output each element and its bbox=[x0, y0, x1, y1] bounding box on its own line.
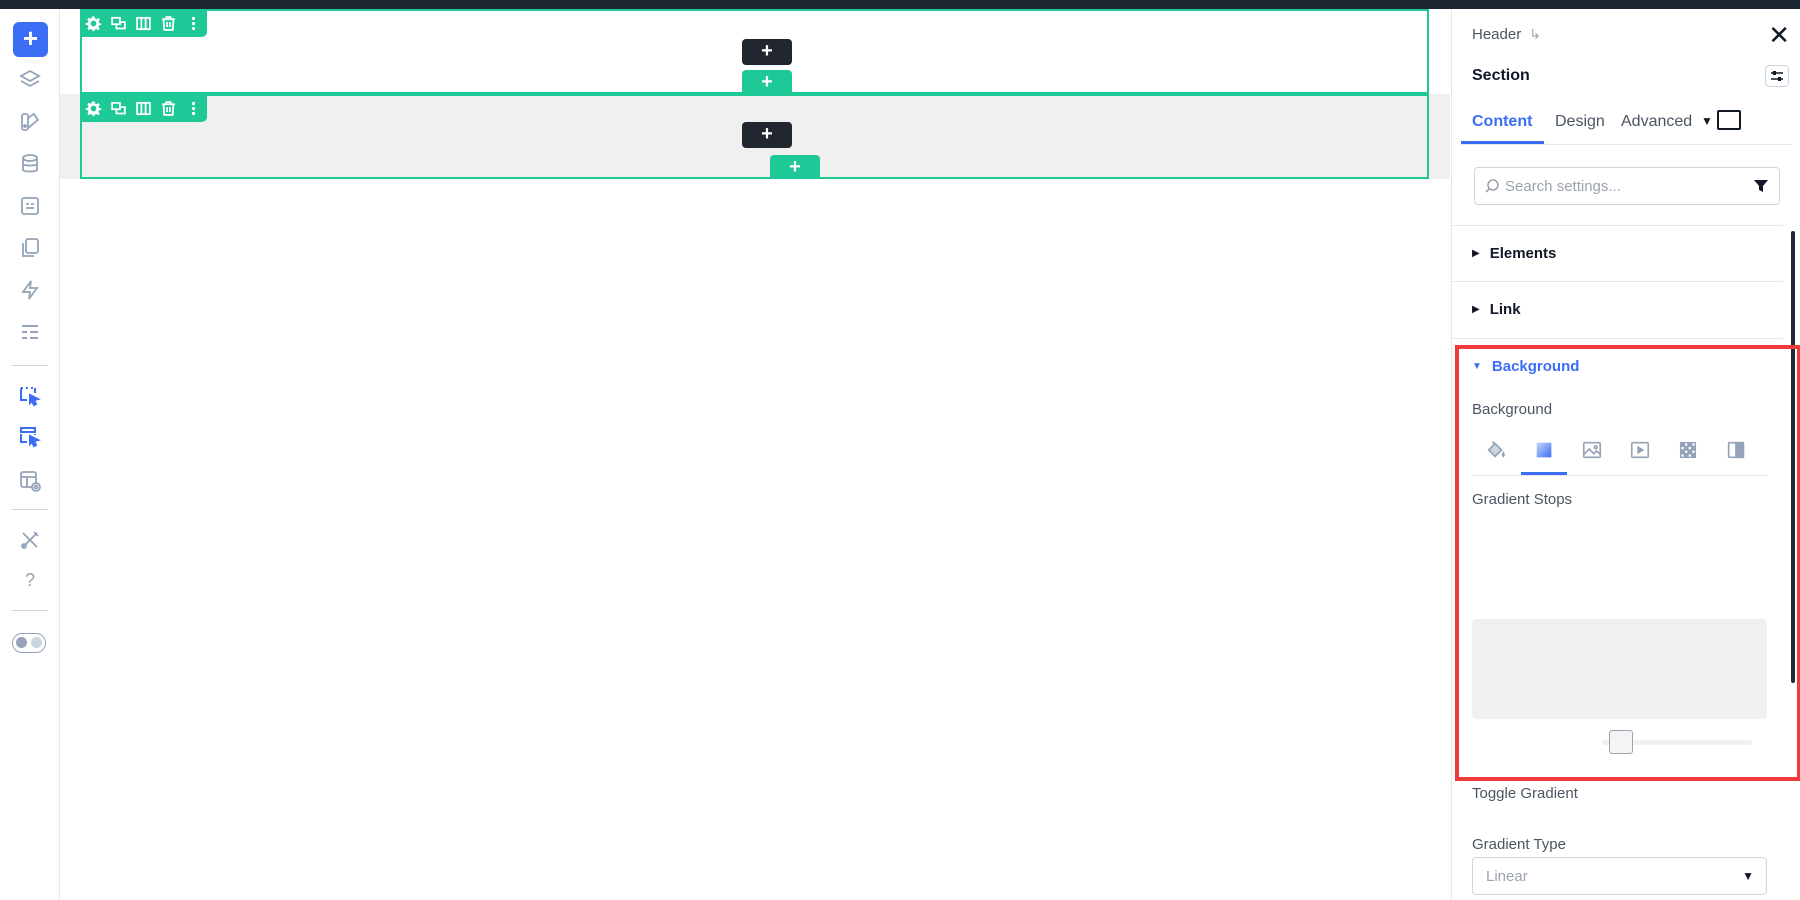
filter-icon[interactable] bbox=[1753, 178, 1769, 194]
trash-icon[interactable] bbox=[159, 99, 178, 118]
add-section-button[interactable]: + bbox=[742, 70, 792, 94]
breakpoint-dropdown-icon[interactable]: ▼ bbox=[1701, 114, 1713, 128]
select-multiple-icon[interactable] bbox=[16, 423, 44, 451]
search-input[interactable] bbox=[1505, 176, 1745, 196]
sidebar-divider bbox=[12, 365, 48, 366]
chevron-down-icon: ▼ bbox=[1742, 869, 1754, 883]
tab-advanced[interactable]: Advanced bbox=[1621, 113, 1692, 131]
breadcrumb-item[interactable]: Header bbox=[1472, 26, 1521, 43]
layers-icon[interactable] bbox=[16, 66, 44, 94]
add-element-inside-button[interactable]: + bbox=[742, 39, 792, 65]
duplicate-icon[interactable] bbox=[109, 99, 128, 118]
toggle-gradient-label: Toggle Gradient bbox=[1472, 785, 1578, 802]
tab-content[interactable]: Content bbox=[1472, 113, 1532, 131]
add-section-button[interactable]: + bbox=[770, 155, 820, 179]
section-1[interactable]: + + bbox=[80, 9, 1429, 94]
gear-icon[interactable] bbox=[84, 14, 103, 33]
settings-panel: Header ↳ ✕ Section Content Design Advanc… bbox=[1451, 9, 1800, 900]
design-icon[interactable] bbox=[16, 108, 44, 136]
columns-icon[interactable] bbox=[134, 99, 153, 118]
accordion-link[interactable]: ▶ Link bbox=[1472, 301, 1521, 318]
bolt-icon[interactable] bbox=[16, 276, 44, 304]
gear-icon[interactable] bbox=[84, 99, 103, 118]
add-element-button[interactable]: + bbox=[13, 22, 48, 57]
accordion-label: Link bbox=[1489, 301, 1521, 318]
breadcrumb-arrow-icon: ↳ bbox=[1529, 26, 1541, 42]
sidebar-divider bbox=[12, 610, 48, 611]
toggle-knob-sun bbox=[16, 637, 27, 648]
search-settings-field[interactable] bbox=[1474, 167, 1780, 205]
select-element-icon[interactable] bbox=[16, 382, 44, 410]
tab-design[interactable]: Design bbox=[1555, 113, 1605, 131]
toggle-knob-moon bbox=[31, 637, 42, 648]
structure-toggle-button[interactable] bbox=[1765, 65, 1789, 87]
pages-icon[interactable] bbox=[16, 234, 44, 262]
divider bbox=[1452, 338, 1783, 339]
select-value: Linear bbox=[1486, 868, 1528, 885]
tools-icon[interactable] bbox=[16, 526, 44, 554]
breadcrumb[interactable]: Header ↳ bbox=[1472, 26, 1541, 43]
builder-canvas[interactable]: + + + + bbox=[60, 9, 1450, 900]
section-2[interactable]: + + bbox=[80, 94, 1429, 179]
list-icon[interactable] bbox=[16, 318, 44, 346]
divider bbox=[1452, 281, 1783, 282]
highlight-box bbox=[1455, 345, 1800, 781]
add-element-inside-button[interactable]: + bbox=[742, 122, 792, 148]
more-icon[interactable] bbox=[184, 14, 203, 33]
columns-icon[interactable] bbox=[134, 14, 153, 33]
panel-title: Section bbox=[1472, 67, 1530, 84]
database-icon[interactable] bbox=[16, 150, 44, 178]
caret-right-icon: ▶ bbox=[1472, 304, 1480, 315]
active-tab-indicator bbox=[1461, 141, 1544, 144]
accordion-elements[interactable]: ▶ Elements bbox=[1472, 245, 1556, 262]
section-toolbar bbox=[80, 94, 207, 122]
theme-toggle[interactable] bbox=[12, 633, 46, 653]
search-icon bbox=[1485, 179, 1499, 193]
left-sidebar: + ? bbox=[0, 9, 60, 900]
trash-icon[interactable] bbox=[159, 14, 178, 33]
sliders-icon bbox=[1771, 71, 1783, 81]
panel-tabs: Content Design Advanced ▼ bbox=[1461, 104, 1792, 145]
close-icon[interactable]: ✕ bbox=[1768, 22, 1790, 48]
sidebar-divider bbox=[12, 509, 48, 510]
template-preview-icon[interactable] bbox=[16, 467, 44, 495]
section-toolbar bbox=[80, 9, 207, 37]
accordion-label: Elements bbox=[1489, 245, 1557, 262]
duplicate-icon[interactable] bbox=[109, 14, 128, 33]
top-bar bbox=[0, 0, 1800, 9]
breakpoint-desktop-icon[interactable] bbox=[1717, 110, 1741, 130]
gradient-type-select[interactable]: Linear ▼ bbox=[1472, 857, 1767, 895]
form-icon[interactable] bbox=[16, 192, 44, 220]
divider bbox=[1452, 225, 1783, 226]
gradient-type-label: Gradient Type bbox=[1472, 836, 1566, 853]
help-icon[interactable]: ? bbox=[16, 566, 44, 594]
caret-right-icon: ▶ bbox=[1472, 248, 1480, 259]
more-icon[interactable] bbox=[184, 99, 203, 118]
